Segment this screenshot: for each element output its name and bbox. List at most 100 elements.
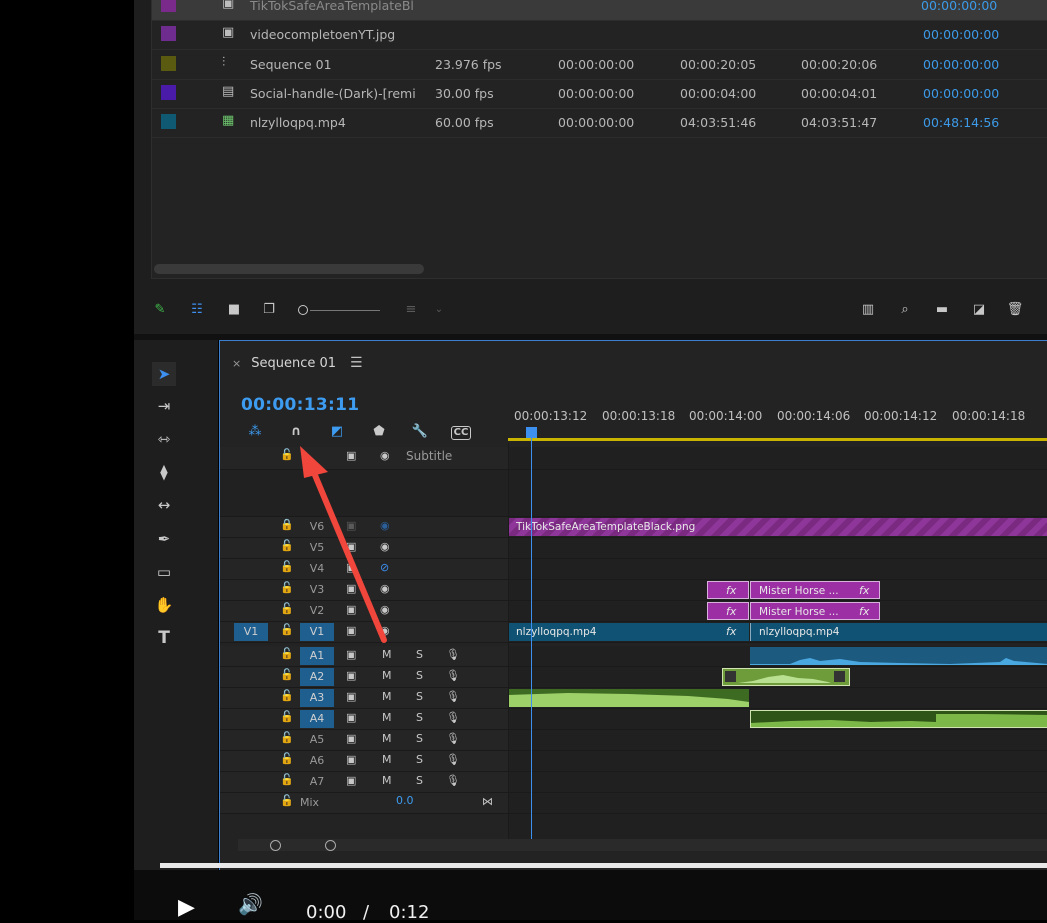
add-marker-icon[interactable]: ⬟ xyxy=(370,423,388,441)
lock-icon[interactable]: 🔓 xyxy=(280,689,294,702)
eye-icon[interactable]: ◉ xyxy=(380,540,390,553)
pen-tool-icon[interactable]: ✒ xyxy=(152,527,176,551)
track-name[interactable]: A3 xyxy=(300,689,334,707)
track-name[interactable]: V6 xyxy=(300,518,334,536)
sync-lock-icon[interactable]: ▣ xyxy=(346,603,356,616)
sync-lock-icon[interactable]: ▣ xyxy=(346,648,356,661)
track-name[interactable]: V1 xyxy=(300,623,334,641)
microphone-icon[interactable]: 🎙 xyxy=(446,669,460,682)
mute-button[interactable]: M xyxy=(382,690,392,703)
track-name[interactable]: A4 xyxy=(300,710,334,728)
lock-icon[interactable]: 🔓 xyxy=(280,773,294,786)
sync-lock-icon[interactable]: ▣ xyxy=(346,711,356,724)
work-area-bar[interactable] xyxy=(508,438,1047,441)
wrench-icon[interactable]: 🔧 xyxy=(411,423,429,441)
microphone-icon[interactable]: 🎙 xyxy=(446,753,460,766)
eye-icon[interactable]: ◉ xyxy=(380,582,390,595)
automate-to-sequence-icon[interactable]: ▥ xyxy=(859,301,877,319)
solo-button[interactable]: S xyxy=(416,732,423,745)
sync-lock-icon[interactable]: ▣ xyxy=(346,561,356,574)
solo-button[interactable]: S xyxy=(416,648,423,661)
pencil-icon[interactable]: ✎ xyxy=(151,301,169,319)
lock-icon[interactable]: 🔓 xyxy=(280,731,294,744)
lock-icon[interactable]: 🔓 xyxy=(280,448,294,461)
chevron-down-icon[interactable]: ⌄ xyxy=(430,301,448,319)
search-icon[interactable]: ⌕ xyxy=(896,301,914,319)
lock-icon[interactable]: 🔓 xyxy=(280,581,294,594)
sync-lock-icon[interactable]: ▣ xyxy=(346,753,356,766)
track-name[interactable]: A6 xyxy=(300,752,334,770)
mute-button[interactable]: M xyxy=(382,753,392,766)
track-name[interactable]: A5 xyxy=(300,731,334,749)
eye-hidden-icon[interactable]: ◉ xyxy=(380,519,390,532)
linked-selection-icon[interactable]: ◩ xyxy=(328,423,346,441)
mute-button[interactable]: M xyxy=(382,711,392,724)
sync-lock-icon[interactable]: ▣ xyxy=(346,669,356,682)
project-item-row[interactable]: ▣ videocompletoenYT.jpg 00:00:00:00 xyxy=(152,20,1047,50)
microphone-icon[interactable]: 🎙 xyxy=(446,774,460,787)
mute-button[interactable]: M xyxy=(382,774,392,787)
rectangle-tool-icon[interactable]: ▭ xyxy=(152,560,176,584)
label-color-swatch[interactable] xyxy=(161,0,176,12)
sort-icon[interactable]: ≡ xyxy=(402,301,420,319)
ripple-edit-tool-icon[interactable]: ⇿ xyxy=(152,427,176,451)
sync-lock-icon[interactable]: ▣ xyxy=(346,582,356,595)
audio-clip-a4[interactable] xyxy=(750,710,1047,728)
nest-icon[interactable]: ⁂ xyxy=(246,423,264,441)
microphone-icon[interactable]: 🎙 xyxy=(446,690,460,703)
solo-button[interactable]: S xyxy=(416,711,423,724)
eye-icon[interactable]: ◉ xyxy=(380,603,390,616)
project-item-row[interactable]: ▦ nlzylloqpq.mp4 60.00 fps 00:00:00:00 0… xyxy=(152,108,1047,138)
track-name[interactable]: A7 xyxy=(300,773,334,791)
icon-view-icon[interactable]: ■ xyxy=(225,301,243,319)
trash-icon[interactable]: 🗑 xyxy=(1006,301,1024,319)
clip-nlzylloqpq-a[interactable]: nlzylloqpq.mp4 fx xyxy=(508,623,749,641)
video-progress-bar[interactable] xyxy=(160,863,1047,868)
lock-icon[interactable]: 🔓 xyxy=(280,647,294,660)
slip-tool-icon[interactable]: ↔ xyxy=(152,493,176,517)
go-to-end-icon[interactable]: ⋈ xyxy=(482,795,493,808)
scrollbar-start-handle[interactable] xyxy=(270,840,281,851)
eye-icon[interactable]: ◉ xyxy=(380,449,390,462)
track-name[interactable]: V3 xyxy=(300,581,334,599)
source-patch-v1[interactable]: V1 xyxy=(234,623,268,641)
track-name[interactable]: V2 xyxy=(300,602,334,620)
sync-lock-icon[interactable]: ▣ xyxy=(346,732,356,745)
play-icon[interactable]: ▶ xyxy=(178,895,195,920)
sync-lock-icon[interactable]: ▣ xyxy=(346,519,356,532)
timeline-zoom-scrollbar[interactable] xyxy=(238,839,1047,851)
transition-clip[interactable]: fx xyxy=(707,602,749,620)
mix-volume-value[interactable]: 0.0 xyxy=(396,794,414,807)
new-item-icon[interactable]: ◪ xyxy=(970,301,988,319)
clip-nlzylloqpq-b[interactable]: nlzylloqpq.mp4 xyxy=(750,623,1047,641)
tab-sequence-01[interactable]: × Sequence 01 ☰ xyxy=(232,355,363,373)
track-name[interactable]: V4 xyxy=(300,560,334,578)
lock-icon[interactable]: 🔓 xyxy=(280,794,294,807)
new-bin-icon[interactable]: ▬ xyxy=(933,301,951,319)
project-item-row[interactable]: ▣ TikTokSafeAreaTemplateBl 00:00:00:00 xyxy=(152,0,1047,21)
label-color-swatch[interactable] xyxy=(161,85,176,100)
lock-icon[interactable]: 🔓 xyxy=(280,623,294,636)
track-select-tool-icon[interactable]: ⇥ xyxy=(152,394,176,418)
track-name[interactable]: V5 xyxy=(300,539,334,557)
sync-lock-icon[interactable]: ▣ xyxy=(346,540,356,553)
sync-lock-icon[interactable]: ▣ xyxy=(346,774,356,787)
microphone-icon[interactable]: 🎙 xyxy=(446,732,460,745)
list-view-icon[interactable]: ☷ xyxy=(188,301,206,319)
lock-icon[interactable]: 🔓 xyxy=(280,539,294,552)
clip-mister-horse-v3[interactable]: Mister Horse ... fx xyxy=(750,581,880,599)
snap-magnet-icon[interactable]: ∩ xyxy=(287,423,305,441)
selection-tool-icon[interactable]: ➤ xyxy=(152,362,176,386)
menu-icon[interactable]: ☰ xyxy=(350,355,363,371)
transition-clip[interactable]: fx xyxy=(707,581,749,599)
clip-mister-horse-v2[interactable]: Mister Horse ... fx xyxy=(750,602,880,620)
mute-button[interactable]: M xyxy=(382,732,392,745)
solo-button[interactable]: S xyxy=(416,690,423,703)
horizontal-scrollbar[interactable] xyxy=(154,264,424,274)
audio-clip-a1[interactable] xyxy=(750,647,1047,665)
solo-button[interactable]: S xyxy=(416,774,423,787)
zoom-slider[interactable] xyxy=(298,305,380,315)
time-ruler[interactable]: 00:00:13:12 00:00:13:18 00:00:14:00 00:0… xyxy=(508,397,1047,442)
microphone-icon[interactable]: 🎙 xyxy=(446,711,460,724)
project-item-row[interactable]: ▤ Social-handle-(Dark)-[remi 30.00 fps 0… xyxy=(152,79,1047,109)
